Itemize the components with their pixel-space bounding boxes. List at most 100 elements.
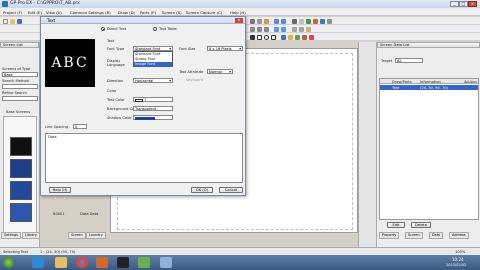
menu-common-settings[interactable]: Common Settings (R): [70, 10, 111, 15]
cut-icon[interactable]: [250, 18, 255, 24]
column-header[interactable]: Draw/Parts: [392, 80, 412, 84]
group-icon[interactable]: [274, 26, 279, 32]
align-left-icon[interactable]: [250, 26, 255, 32]
background-color-select[interactable]: Transparent: [133, 106, 173, 111]
color-section-label: Color: [107, 89, 117, 93]
preview-icon[interactable]: [306, 18, 311, 24]
ie-icon[interactable]: [32, 257, 44, 268]
tab-address[interactable]: Address: [449, 232, 469, 239]
cancel-button[interactable]: Cancel: [219, 187, 243, 193]
minimize-button[interactable]: _: [450, 1, 459, 7]
close-button[interactable]: ✕: [468, 1, 477, 7]
zoom-icon[interactable]: [292, 18, 297, 24]
menu-edit[interactable]: Edit (E): [28, 10, 42, 15]
screen-item[interactable]: B0001 Data Data: [50, 210, 114, 218]
text-color-select[interactable]: 7: [133, 97, 173, 102]
refine-search-input[interactable]: [2, 96, 38, 101]
font-size-label: Font Size: [179, 47, 196, 51]
column-header[interactable]: Information: [420, 80, 441, 84]
media-icon[interactable]: [96, 257, 108, 268]
status-coords: 1 : (24, 30) (95, 70): [40, 250, 76, 254]
menu-view[interactable]: View (V): [46, 10, 62, 15]
back-icon[interactable]: [299, 26, 304, 32]
front-icon[interactable]: [292, 26, 297, 32]
screen-thumbnail[interactable]: [10, 203, 32, 222]
text-attribute-select[interactable]: Normal ▾: [207, 69, 233, 74]
tab-settings[interactable]: Settings: [1, 232, 21, 239]
data-display-icon[interactable]: [295, 34, 300, 40]
start-icon[interactable]: [3, 257, 14, 268]
keyboard-label: Keyboard: [186, 78, 203, 82]
help-button[interactable]: Help (H): [49, 187, 71, 193]
shadow-color-select[interactable]: [133, 115, 173, 120]
tab-library[interactable]: Library: [22, 232, 40, 239]
tab-property[interactable]: Property: [379, 232, 400, 239]
menu-screen-capture[interactable]: Screen Capture (C): [186, 10, 222, 15]
tab-data[interactable]: Data: [429, 232, 444, 239]
terminal-icon[interactable]: [117, 257, 129, 268]
font-type-dropdown[interactable]: Standard Font Stroke Font Image Font: [133, 51, 173, 67]
paint-icon[interactable]: [160, 257, 172, 268]
gp-pro-icon[interactable]: [138, 257, 150, 268]
search-method-input[interactable]: [2, 84, 38, 89]
ok-button[interactable]: OK (O): [191, 187, 213, 193]
tab-laundry[interactable]: Laundry: [86, 232, 106, 239]
text-color-label: Text Color: [107, 98, 125, 102]
tab-screen[interactable]: Screen: [405, 232, 423, 239]
font-option-selected[interactable]: Image Font: [134, 62, 172, 67]
menu-project[interactable]: Project (F): [3, 10, 22, 15]
redo-icon[interactable]: [281, 18, 286, 24]
ungroup-icon[interactable]: [281, 26, 286, 32]
text-tool-icon[interactable]: [271, 34, 276, 40]
menu-screen[interactable]: Screen (S): [162, 10, 182, 15]
paste-icon[interactable]: [264, 18, 269, 24]
edit-button[interactable]: Edit: [387, 222, 405, 228]
status-text: Selecting Text: [3, 250, 29, 254]
font-size-select[interactable]: 8 x 16 Pixels ▾: [207, 46, 243, 51]
menu-parts[interactable]: Parts (P): [140, 10, 156, 15]
menu-help[interactable]: Help (H): [230, 10, 246, 15]
new-icon[interactable]: [3, 18, 8, 24]
alarm-tool-icon[interactable]: [309, 34, 314, 40]
line-tool-icon[interactable]: [250, 34, 255, 40]
copy-icon[interactable]: [257, 18, 262, 24]
rect-tool-icon[interactable]: [257, 34, 262, 40]
switch-tool-icon[interactable]: [281, 34, 286, 40]
direct-text-radio[interactable]: [101, 27, 105, 31]
simulate-icon[interactable]: [320, 18, 325, 24]
screen-thumbnail[interactable]: [10, 159, 32, 178]
delete-button[interactable]: Delete: [411, 222, 431, 228]
open-icon[interactable]: [10, 18, 15, 24]
grid-icon[interactable]: [299, 18, 304, 24]
transfer-icon[interactable]: [313, 18, 318, 24]
maximize-button[interactable]: □: [459, 1, 468, 7]
screen-item-number: B0001: [53, 212, 65, 216]
menu-bar: Project (F) Edit (E) View (V) Common Set…: [0, 8, 480, 16]
dialog-close-icon[interactable]: ✕: [235, 18, 243, 23]
graph-tool-icon[interactable]: [302, 34, 307, 40]
text-body-area[interactable]: Data: [45, 133, 243, 183]
screen-type-select[interactable]: Base: [2, 72, 38, 77]
column-header[interactable]: Actions: [464, 80, 477, 84]
text-preview: ABC: [45, 39, 95, 87]
align-right-icon[interactable]: [264, 26, 269, 32]
lock-icon[interactable]: [306, 26, 311, 32]
target-select[interactable]: All: [395, 58, 423, 63]
text-table-radio[interactable]: [153, 27, 157, 31]
display-language-label: Display Language: [107, 59, 125, 67]
circle-tool-icon[interactable]: [264, 34, 269, 40]
screen-thumbnail[interactable]: [10, 137, 32, 156]
direction-select[interactable]: Horizontal ▾: [133, 78, 173, 83]
utility-icon[interactable]: [327, 18, 332, 24]
tab-screen-left[interactable]: Screen: [68, 232, 86, 239]
lamp-tool-icon[interactable]: [288, 34, 293, 40]
line-spacing-input[interactable]: 0: [73, 124, 87, 129]
table-row[interactable]: Text (24, 30, 95, 70): [380, 85, 478, 90]
screen-thumbnail[interactable]: [10, 181, 32, 200]
align-center-icon[interactable]: [257, 26, 262, 32]
chrome-icon[interactable]: [76, 257, 88, 268]
explorer-icon[interactable]: [55, 257, 67, 268]
undo-icon[interactable]: [274, 18, 279, 24]
save-icon[interactable]: [17, 18, 22, 24]
menu-draw[interactable]: Draw (D): [118, 10, 135, 15]
